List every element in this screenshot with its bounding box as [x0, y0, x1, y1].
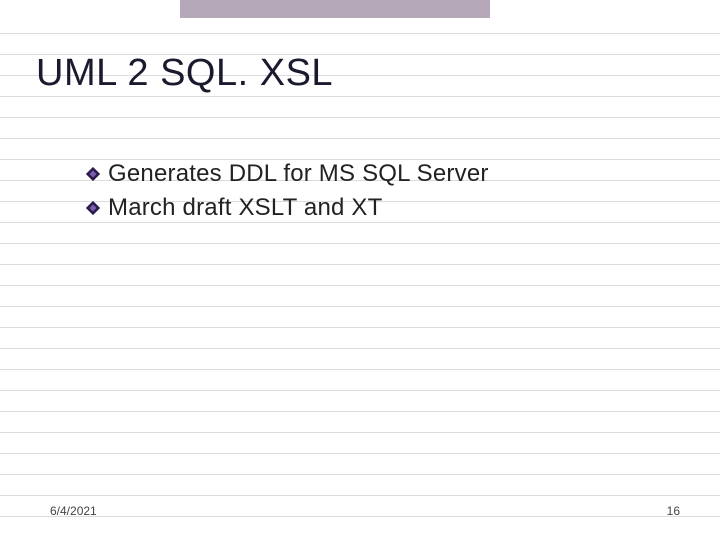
ruled-background [0, 24, 720, 524]
list-item: March draft XSLT and XT [86, 194, 489, 222]
bullet-text: March draft XSLT and XT [108, 194, 383, 222]
decorative-top-bar [180, 0, 490, 18]
footer-page-number: 16 [667, 504, 680, 518]
list-item: Generates DDL for MS SQL Server [86, 160, 489, 188]
footer-date: 6/4/2021 [50, 504, 97, 518]
diamond-bullet-icon [86, 167, 100, 181]
diamond-bullet-icon [86, 201, 100, 215]
bullet-text: Generates DDL for MS SQL Server [108, 160, 489, 188]
slide-body: Generates DDL for MS SQL Server March dr… [86, 160, 489, 228]
slide-title: UML 2 SQL. XSL [36, 52, 333, 95]
